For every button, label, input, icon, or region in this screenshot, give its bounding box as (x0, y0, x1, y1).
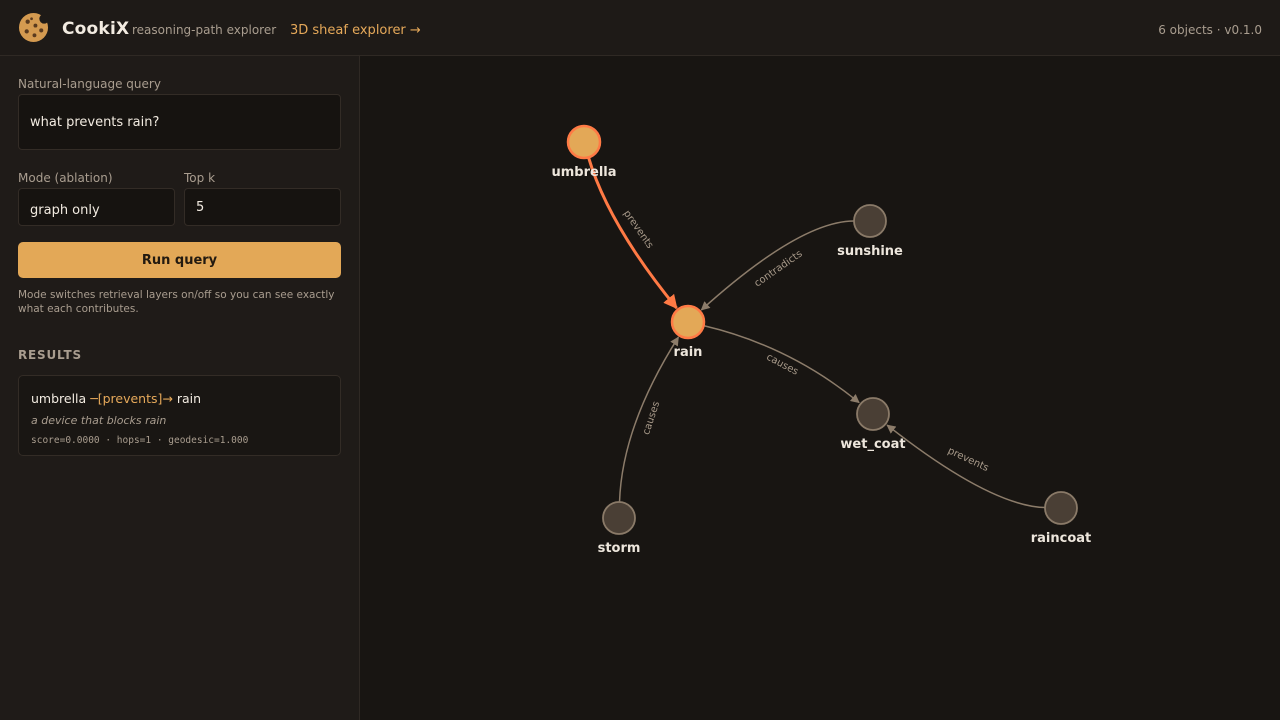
graph-node-wet_coat[interactable] (856, 397, 890, 431)
node-label-rain: rain (674, 345, 703, 360)
node-label-wet_coat: wet_coat (840, 437, 905, 452)
edge-label-umbrella-rain: prevents (621, 208, 655, 250)
result-card[interactable]: umbrella ─[prevents]→ rain a device that… (18, 375, 341, 456)
top-bar: CookiX reasoning-path explorer 3D sheaf … (0, 0, 1280, 56)
cookie-logo-icon (18, 12, 49, 43)
run-query-button[interactable]: Run query (18, 242, 341, 278)
topk-input[interactable] (184, 188, 341, 226)
result-subject: umbrella (31, 391, 87, 406)
graph-canvas[interactable]: prevents contradicts causes causes prevents … (360, 56, 1280, 720)
graph-node-umbrella[interactable] (566, 124, 602, 160)
result-relation: ─[prevents]→ (90, 391, 173, 406)
graph-node-rain[interactable] (670, 304, 706, 340)
result-definition: a device that blocks rain (31, 414, 167, 427)
graph-edge-raincoat-wet_coat[interactable] (886, 424, 1046, 509)
query-sidebar: Natural-language query Mode (ablation) g… (0, 56, 360, 720)
result-score: score=0.0000 · hops=1 · geodesic=1.000 (31, 435, 249, 446)
edge-label-rain-wet_coat: causes (764, 352, 800, 378)
graph-node-storm[interactable] (602, 501, 636, 535)
node-label-storm: storm (598, 541, 641, 556)
mode-help-text: Mode switches retrieval layers on/off so… (18, 289, 335, 315)
object-count-version: 6 objects · v0.1.0 (1158, 23, 1262, 37)
node-label-raincoat: raincoat (1031, 531, 1092, 546)
mode-select[interactable]: graph only (18, 188, 175, 226)
result-object: rain (176, 391, 202, 406)
brand-name: CookiX (62, 19, 130, 39)
edge-label-storm-rain: causes (641, 400, 662, 436)
edge-label-sunshine-rain: contradicts (753, 248, 805, 289)
graph-node-sunshine[interactable] (853, 204, 887, 238)
brand-tagline: reasoning-path explorer (132, 23, 277, 37)
knowledge-graph[interactable]: preventscontradictscausescausesprevents … (360, 56, 1280, 720)
edge-label-raincoat-wet_coat: prevents (946, 445, 990, 474)
mode-label: Mode (ablation) (18, 171, 113, 185)
query-input[interactable] (18, 94, 341, 150)
node-label-sunshine: sunshine (837, 244, 903, 259)
graph-node-raincoat[interactable] (1044, 491, 1078, 525)
results-heading: RESULTS (18, 348, 82, 362)
query-label: Natural-language query (18, 77, 161, 91)
sheaf-explorer-link[interactable]: 3D sheaf explorer → (290, 23, 421, 38)
node-label-umbrella: umbrella (551, 165, 616, 180)
result-path: umbrella ─[prevents]→ rain (31, 391, 201, 406)
topk-label: Top k (184, 171, 216, 185)
